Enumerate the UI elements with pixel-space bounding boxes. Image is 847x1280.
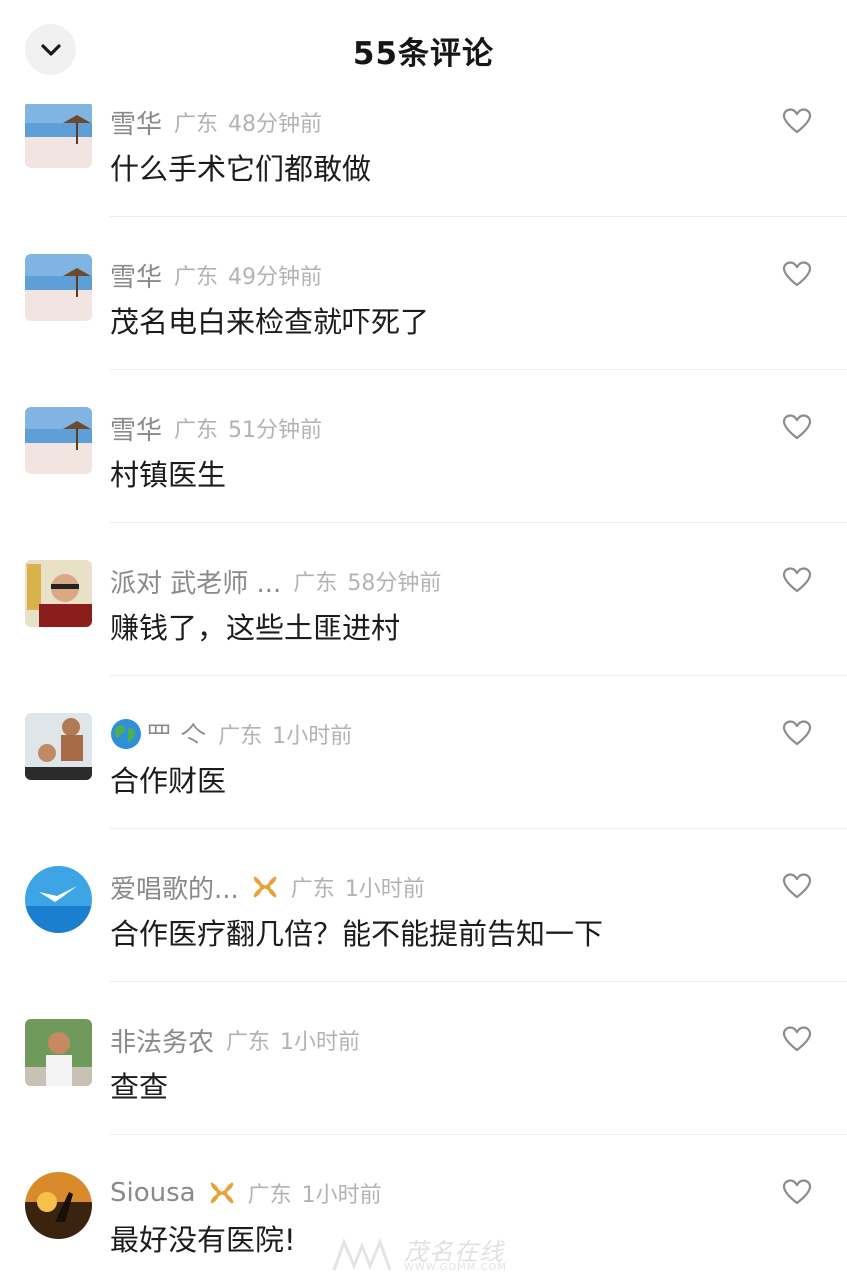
comment-item: 爱唱歌的... 广东 1小时前 合作医疗翻几倍？能不能提前告知一下 — [0, 866, 847, 1019]
username[interactable]: 非法务农 — [110, 1022, 214, 1059]
comment-text: 什么手术它们都敢做 — [110, 152, 372, 186]
location: 广东 — [174, 112, 219, 137]
watermark: 茂名在线 WWW.GDMM.COM — [330, 1232, 540, 1278]
timestamp: 1小时前 — [344, 877, 425, 902]
timestamp: 48分钟前 — [228, 112, 323, 137]
comment-text: 茂名电白来检查就吓死了 — [110, 305, 430, 339]
comment-meta: 雪华 广东 51分钟前 — [110, 409, 322, 447]
comment-meta: 雪华 广东 48分钟前 — [110, 104, 322, 141]
watermark-url: WWW.GDMM.COM — [404, 1262, 508, 1273]
watermark-logo-icon — [332, 1237, 392, 1271]
comments-header: 55条评论 — [0, 0, 847, 98]
divider — [110, 522, 847, 523]
comment-meta: 非法务农 广东 1小时前 — [110, 1021, 360, 1059]
location: 广东 — [247, 1183, 292, 1208]
fan-badge-icon — [208, 1181, 236, 1205]
avatar[interactable] — [25, 254, 92, 321]
username[interactable]: Siousa — [110, 1178, 196, 1208]
comment-list[interactable]: 雪华 广东 48分钟前 什么手术它们都敢做 雪华 广东 49分钟前 茂名电白来检… — [0, 104, 847, 1280]
username[interactable]: 罒 亽 — [146, 716, 206, 753]
timestamp: 51分钟前 — [228, 418, 323, 443]
heart-outline-icon[interactable] — [782, 872, 812, 900]
username[interactable]: 爱唱歌的... — [110, 869, 239, 906]
comment-item: 雪华 广东 48分钟前 什么手术它们都敢做 — [0, 104, 847, 254]
divider — [110, 369, 847, 370]
heart-outline-icon[interactable] — [782, 260, 812, 288]
divider — [110, 216, 847, 217]
divider — [110, 1134, 847, 1135]
timestamp: 1小时前 — [272, 724, 353, 749]
avatar[interactable] — [25, 407, 92, 474]
avatar[interactable] — [25, 560, 92, 627]
heart-outline-icon[interactable] — [782, 413, 812, 441]
avatar[interactable] — [25, 866, 92, 933]
divider — [110, 675, 847, 676]
timestamp: 1小时前 — [301, 1183, 382, 1208]
comment-meta: 爱唱歌的... 广东 1小时前 — [110, 868, 425, 906]
divider — [110, 828, 847, 829]
comment-text: 合作医疗翻几倍？能不能提前告知一下 — [110, 917, 604, 951]
comment-text: 村镇医生 — [110, 458, 227, 492]
comment-item: 雪华 广东 49分钟前 茂名电白来检查就吓死了 — [0, 254, 847, 407]
heart-outline-icon[interactable] — [782, 1025, 812, 1053]
username[interactable]: 雪华 — [110, 104, 162, 141]
globe-icon — [110, 718, 142, 750]
username[interactable]: 雪华 — [110, 410, 162, 447]
timestamp: 1小时前 — [280, 1030, 361, 1055]
avatar[interactable] — [25, 104, 92, 168]
comment-text: 最好没有医院! — [110, 1223, 296, 1257]
comment-text: 合作财医 — [110, 764, 227, 798]
heart-outline-icon[interactable] — [782, 566, 812, 594]
divider — [110, 981, 847, 982]
location: 广东 — [290, 877, 335, 902]
avatar[interactable] — [25, 1172, 92, 1239]
comment-item: 非法务农 广东 1小时前 查查 — [0, 1019, 847, 1172]
location: 广东 — [293, 571, 338, 596]
comment-item: 派对 武老师 ... 广东 58分钟前 赚钱了，这些土匪进村 — [0, 560, 847, 713]
comment-item: 罒 亽 广东 1小时前 合作财医 — [0, 713, 847, 866]
location: 广东 — [218, 724, 263, 749]
heart-outline-icon[interactable] — [782, 1178, 812, 1206]
location: 广东 — [174, 265, 219, 290]
comment-meta: 罒 亽 广东 1小时前 — [110, 715, 352, 753]
timestamp: 58分钟前 — [347, 571, 442, 596]
heart-outline-icon[interactable] — [782, 107, 812, 135]
avatar[interactable] — [25, 713, 92, 780]
avatar[interactable] — [25, 1019, 92, 1086]
page-title: 55条评论 — [352, 36, 495, 72]
comment-meta: Siousa 广东 1小时前 — [110, 1174, 382, 1212]
fan-badge-icon — [251, 875, 279, 899]
heart-outline-icon[interactable] — [782, 719, 812, 747]
timestamp: 49分钟前 — [228, 265, 323, 290]
username[interactable]: 雪华 — [110, 257, 162, 294]
location: 广东 — [226, 1030, 271, 1055]
location: 广东 — [174, 418, 219, 443]
comment-text: 赚钱了，这些土匪进村 — [110, 611, 401, 645]
comment-item: 雪华 广东 51分钟前 村镇医生 — [0, 407, 847, 560]
username[interactable]: 派对 武老师 ... — [110, 563, 281, 600]
comment-meta: 派对 武老师 ... 广东 58分钟前 — [110, 562, 441, 600]
comment-text: 查查 — [110, 1070, 169, 1104]
comment-meta: 雪华 广东 49分钟前 — [110, 256, 322, 294]
